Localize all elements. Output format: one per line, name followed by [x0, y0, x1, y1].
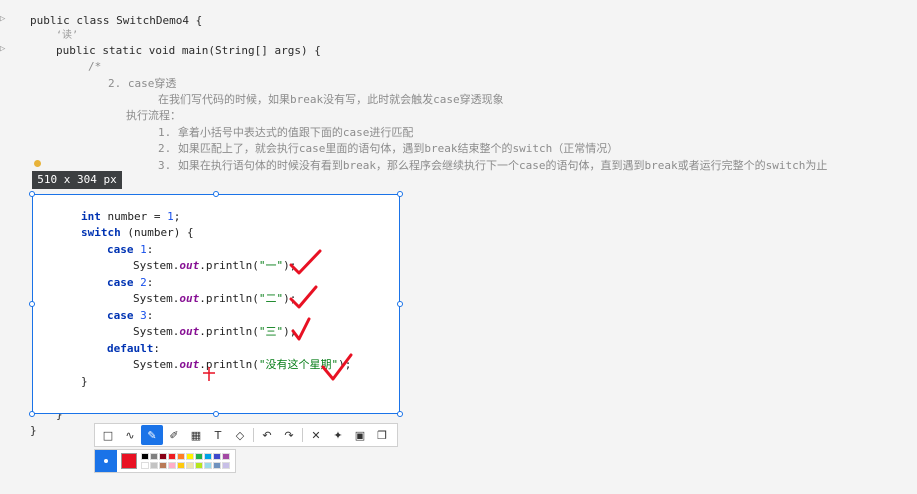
- eraser-tool-icon[interactable]: ◇: [229, 425, 251, 445]
- color-swatch[interactable]: [222, 462, 230, 469]
- color-swatch[interactable]: [186, 462, 194, 469]
- color-swatch[interactable]: [159, 462, 167, 469]
- comment-open: /*: [88, 60, 102, 73]
- color-swatch[interactable]: [222, 453, 230, 460]
- color-swatch[interactable]: [186, 453, 194, 460]
- color-swatch[interactable]: [141, 453, 149, 460]
- resize-handle-top[interactable]: [213, 191, 219, 197]
- intention-bulb-icon[interactable]: [34, 160, 41, 167]
- color-swatch[interactable]: [213, 462, 221, 469]
- code-close-class: }: [30, 424, 37, 437]
- run-main-icon[interactable]: ▷: [0, 44, 9, 54]
- annotation-check-4: [321, 353, 353, 381]
- color-swatch[interactable]: [213, 453, 221, 460]
- brush-size-small[interactable]: [95, 450, 117, 472]
- resize-handle-bottom-left[interactable]: [29, 411, 35, 417]
- save-icon[interactable]: ▣: [349, 425, 371, 445]
- redo-icon[interactable]: ↷: [278, 425, 300, 445]
- copy-icon[interactable]: ❐: [371, 425, 393, 445]
- color-swatch[interactable]: [150, 453, 158, 460]
- comment-line-5: 2. 如果匹配上了，就会执行case里面的语句体，遇到break结束整个的swi…: [158, 142, 619, 155]
- text-tool-icon[interactable]: T: [207, 425, 229, 445]
- color-swatch[interactable]: [204, 453, 212, 460]
- color-swatch[interactable]: [141, 462, 149, 469]
- color-swatch[interactable]: [177, 453, 185, 460]
- capture-region[interactable]: int number = 1; switch (number) { case 1…: [32, 194, 400, 414]
- resize-handle-left[interactable]: [29, 301, 35, 307]
- run-class-icon[interactable]: ▷: [0, 14, 9, 24]
- close-icon[interactable]: ✕: [305, 425, 327, 445]
- comment-line-3: 执行流程：: [126, 109, 181, 122]
- comment-line-1: 2. case穿透: [108, 77, 177, 90]
- code-line-main: public static void main(String[] args) {: [56, 44, 321, 57]
- comment-line-4: 1. 拿着小括号中表达式的值跟下面的case进行匹配: [158, 126, 414, 139]
- highlighter-tool-icon[interactable]: ✐: [163, 425, 185, 445]
- pen-tool-icon[interactable]: ✎: [141, 425, 163, 445]
- resize-handle-top-right[interactable]: [397, 191, 403, 197]
- pin-icon[interactable]: ✦: [327, 425, 349, 445]
- color-swatch[interactable]: [195, 453, 203, 460]
- screenshot-toolbar: □ ∿ ✎ ✐ ▦ T ◇ ↶ ↷ ✕ ✦ ▣ ❐: [94, 423, 398, 447]
- annotation-check-2: [289, 285, 318, 309]
- mosaic-tool-icon[interactable]: ▦: [185, 425, 207, 445]
- usages-hint: ‘读’: [56, 30, 79, 41]
- rectangle-tool-icon[interactable]: □: [97, 425, 119, 445]
- undo-icon[interactable]: ↶: [256, 425, 278, 445]
- color-swatch[interactable]: [177, 462, 185, 469]
- capture-size-label: 510 x 304 px: [32, 171, 122, 189]
- resize-handle-bottom[interactable]: [213, 411, 219, 417]
- current-color-swatch[interactable]: [121, 453, 137, 469]
- resize-handle-right[interactable]: [397, 301, 403, 307]
- comment-line-6: 3. 如果在执行语句体的时候没有看到break，那么程序会继续执行下一个case…: [158, 159, 828, 172]
- polyline-tool-icon[interactable]: ∿: [119, 425, 141, 445]
- comment-line-2: 在我们写代码的时候，如果break没有写，此时就会触发case穿透现象: [158, 93, 504, 106]
- color-swatch[interactable]: [204, 462, 212, 469]
- annotation-check-1: [289, 249, 322, 275]
- toolbar-separator: [253, 428, 254, 442]
- color-swatch[interactable]: [159, 453, 167, 460]
- pen-cursor-icon: [203, 367, 215, 381]
- annotation-layer: [203, 249, 353, 381]
- toolbar-separator: [302, 428, 303, 442]
- code-line-class: public class SwitchDemo4 {: [30, 14, 203, 27]
- color-swatch[interactable]: [195, 462, 203, 469]
- resize-handle-bottom-right[interactable]: [397, 411, 403, 417]
- editor-gutter: [0, 0, 14, 494]
- color-palette: [94, 449, 236, 473]
- annotation-check-3: [291, 317, 311, 341]
- color-swatch[interactable]: [168, 462, 176, 469]
- color-swatch[interactable]: [168, 453, 176, 460]
- resize-handle-top-left[interactable]: [29, 191, 35, 197]
- color-swatch[interactable]: [150, 462, 158, 469]
